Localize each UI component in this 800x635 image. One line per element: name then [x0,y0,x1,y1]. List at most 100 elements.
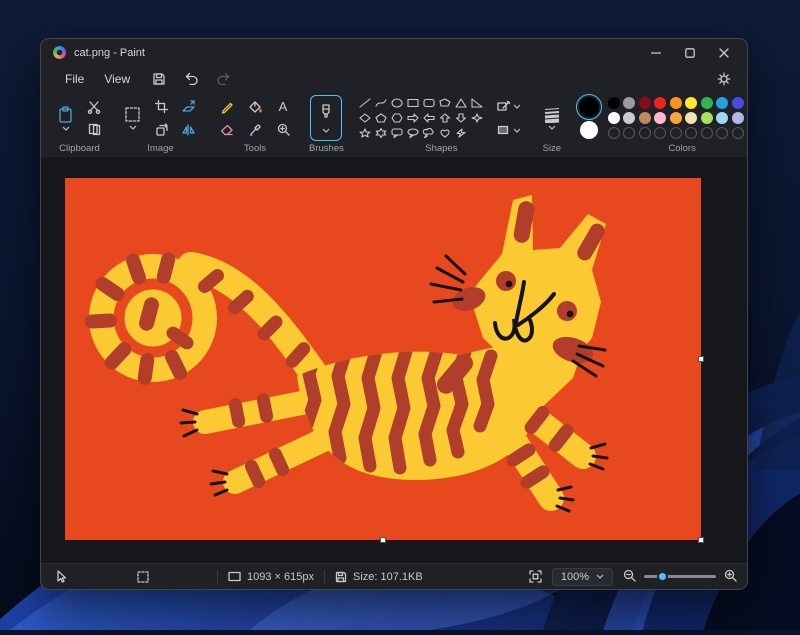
shape-cloud-callout[interactable] [422,126,437,140]
zoom-slider[interactable] [644,575,716,578]
text-tool[interactable]: A [271,96,295,118]
shape-rounded-rectangle[interactable] [422,96,437,110]
menu-view[interactable]: View [94,69,140,89]
color-swatch[interactable] [732,112,744,124]
canvas-resize-handle-corner[interactable] [698,537,704,543]
fill-tool[interactable] [243,96,267,118]
empty-color-slot[interactable] [716,127,728,139]
redo-button[interactable] [210,69,236,89]
crop-button[interactable] [149,96,173,118]
close-button[interactable] [707,41,741,64]
image-label: Image [147,141,173,154]
empty-color-slot[interactable] [623,127,635,139]
shape-left-arrow[interactable] [422,111,437,125]
color-swatch[interactable] [623,97,635,109]
color-swatch[interactable] [639,97,651,109]
shape-five-point-star[interactable] [358,126,373,140]
shape-diamond[interactable] [358,111,373,125]
zoom-slider-thumb[interactable] [657,571,668,582]
flip-button[interactable] [177,119,201,141]
brushes-label: Brushes [309,141,344,154]
color-picker-tool[interactable] [243,119,267,141]
shape-line[interactable] [358,96,373,110]
zoom-dropdown[interactable]: 100% [552,568,613,586]
color-swatch[interactable] [716,112,728,124]
color-swatch[interactable] [701,112,713,124]
eraser-tool[interactable] [215,119,239,141]
empty-color-slot[interactable] [747,127,748,139]
settings-button[interactable] [711,69,737,89]
shape-polygon[interactable] [438,96,453,110]
color-swatch[interactable] [747,112,748,124]
empty-color-slot[interactable] [639,127,651,139]
select-button[interactable] [120,104,145,132]
shape-lightning[interactable] [454,126,469,140]
save-button[interactable] [146,69,172,89]
scissors-icon [87,100,101,114]
shape-hexagon[interactable] [390,111,405,125]
shape-oval[interactable] [390,96,405,110]
copy-button[interactable] [82,119,106,141]
resize-button[interactable] [177,96,201,118]
empty-color-slot[interactable] [732,127,744,139]
zoom-in-button[interactable] [724,569,737,585]
size-button[interactable] [539,105,565,132]
shape-down-arrow[interactable] [454,111,469,125]
color-swatch[interactable] [701,97,713,109]
shape-rectangle[interactable] [406,96,421,110]
brushes-dropdown-chevron [322,128,330,133]
canvas-resize-handle-bottom[interactable] [380,537,386,543]
undo-button[interactable] [178,69,204,89]
empty-color-slot[interactable] [701,127,713,139]
shape-rounded-callout[interactable] [390,126,405,140]
color1-swatch[interactable] [579,97,599,117]
pencil-tool[interactable] [215,96,239,118]
empty-color-slot[interactable] [654,127,666,139]
paint-canvas[interactable] [65,178,701,540]
color-swatch[interactable] [670,112,682,124]
shape-outline-button[interactable] [493,98,525,114]
crop-icon [155,100,168,113]
zoom-out-button[interactable] [623,569,636,585]
shape-pentagon[interactable] [374,111,389,125]
color-swatch[interactable] [654,112,666,124]
empty-color-slot[interactable] [685,127,697,139]
shape-right-arrow[interactable] [406,111,421,125]
file-size: Size: 107.1KB [335,571,423,583]
maximize-button[interactable] [673,41,707,64]
color-swatch[interactable] [670,97,682,109]
menu-file[interactable]: File [55,69,94,89]
color-swatch[interactable] [747,97,748,109]
shape-heart[interactable] [438,126,453,140]
color-swatch[interactable] [623,112,635,124]
minimize-button[interactable] [639,41,673,64]
color2-swatch[interactable] [580,121,598,139]
shape-triangle[interactable] [454,96,469,110]
cut-button[interactable] [82,96,106,118]
paste-button[interactable] [53,104,78,133]
brushes-button[interactable] [310,95,342,141]
color-swatch[interactable] [639,112,651,124]
selection-size-indicator [137,571,149,583]
magnifier-tool[interactable] [271,119,295,141]
canvas-resize-handle-right[interactable] [698,356,704,362]
shape-right-triangle[interactable] [470,96,485,110]
shape-curve[interactable] [374,96,389,110]
shape-oval-callout[interactable] [406,126,421,140]
empty-color-slot[interactable] [608,127,620,139]
empty-color-slot[interactable] [670,127,682,139]
fit-to-window-button[interactable] [529,570,542,583]
shape-fill-button[interactable] [493,122,525,138]
shape-four-point-star[interactable] [470,111,485,125]
color-swatch[interactable] [654,97,666,109]
color-swatch[interactable] [608,97,620,109]
color-swatch[interactable] [716,97,728,109]
rotate-button[interactable] [149,119,173,141]
shape-up-arrow[interactable] [438,111,453,125]
color-swatch[interactable] [732,97,744,109]
color-swatch[interactable] [685,97,697,109]
shape-six-point-star[interactable] [374,126,389,140]
color-swatch[interactable] [608,112,620,124]
color-swatch[interactable] [685,112,697,124]
zoom-dropdown-chevron [596,574,604,579]
